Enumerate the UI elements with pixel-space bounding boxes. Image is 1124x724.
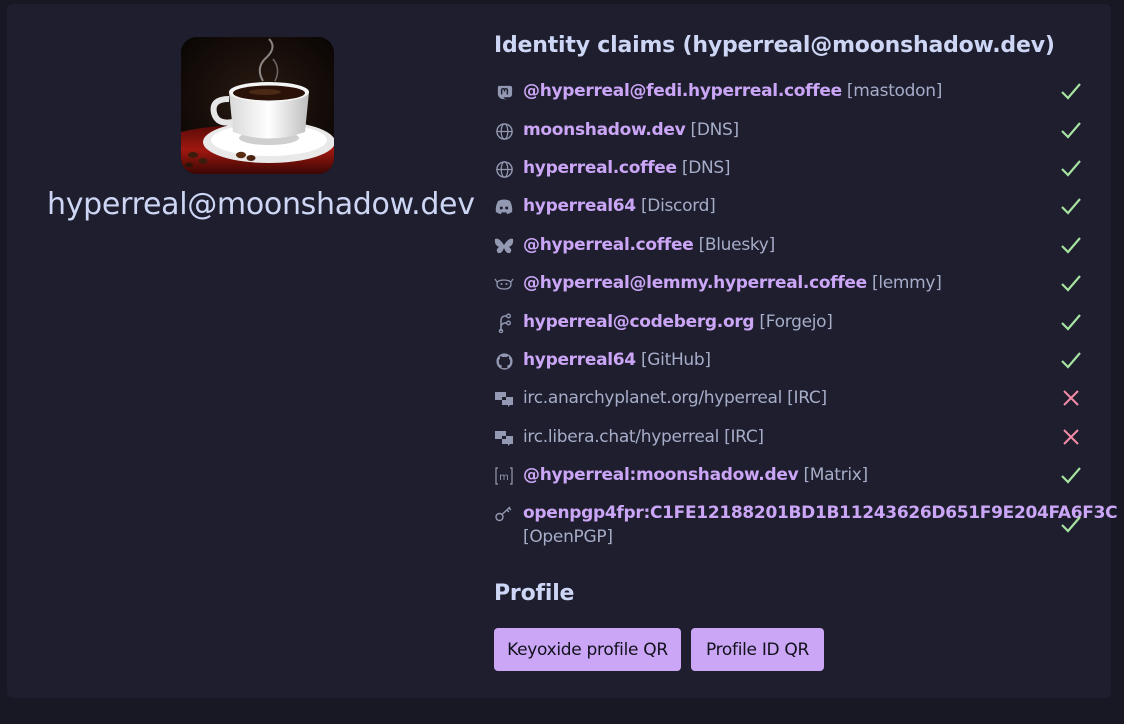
claim-type: [IRC] <box>724 427 764 447</box>
cross-icon <box>1059 425 1083 449</box>
forgejo-icon <box>494 313 514 333</box>
profile-name: hyperreal@moonshadow.dev <box>47 187 475 222</box>
globe-icon <box>494 121 514 141</box>
claim-dns: moonshadow.dev [DNS] <box>494 118 1094 148</box>
claim-link[interactable]: hyperreal64 <box>523 350 636 370</box>
claim-type: [DNS] <box>690 120 739 140</box>
claim-link: irc.anarchyplanet.org/hyperreal <box>523 388 783 408</box>
chat-icon <box>494 428 514 448</box>
claim-irc: irc.anarchyplanet.org/hyperreal [IRC] <box>494 386 1094 416</box>
profile-heading: Profile <box>494 581 575 606</box>
claim-mastodon: @hyperreal@fedi.hyperreal.coffee [mastod… <box>494 79 1094 109</box>
claim-type: [mastodon] <box>846 81 943 101</box>
claim-type: [lemmy] <box>872 273 942 293</box>
discord-icon <box>494 197 514 217</box>
claim-discord: hyperreal64 [Discord] <box>494 194 1094 224</box>
claim-link[interactable]: @hyperreal.coffee <box>523 235 694 255</box>
github-icon <box>494 351 514 371</box>
claim-link[interactable]: hyperreal@codeberg.org <box>523 312 755 332</box>
claim-github: hyperreal64 [GitHub] <box>494 348 1094 378</box>
globe-icon <box>494 159 514 179</box>
svg-text:m: m <box>499 472 509 483</box>
butterfly-icon <box>494 236 514 256</box>
claim-link[interactable]: @hyperreal@lemmy.hyperreal.coffee <box>523 273 867 293</box>
claim-link[interactable]: openpgp4fpr:C1FE12188201BD1B11243626D651… <box>523 503 1118 523</box>
lemmy-icon <box>494 274 514 294</box>
claim-matrix: m @hyperreal:moonshadow.dev [Matrix] <box>494 463 1094 493</box>
check-icon <box>1059 512 1083 536</box>
claim-forgejo: hyperreal@codeberg.org [Forgejo] <box>494 310 1094 340</box>
claim-link[interactable]: moonshadow.dev <box>523 120 686 140</box>
claim-openpgp: openpgp4fpr:C1FE12188201BD1B11243626D651… <box>494 501 1118 551</box>
claim-type: [DNS] <box>681 158 731 178</box>
matrix-icon: m <box>494 466 514 486</box>
profile-id-qr-button[interactable]: Profile ID QR <box>691 628 824 671</box>
claim-link: irc.libera.chat/hyperreal <box>523 427 720 447</box>
check-icon <box>1059 156 1083 180</box>
claim-type: [Forgejo] <box>759 312 833 332</box>
claim-type: [Bluesky] <box>698 235 776 255</box>
keyoxide-profile-qr-button[interactable]: Keyoxide profile QR <box>494 628 681 671</box>
claim-lemmy: @hyperreal@lemmy.hyperreal.coffee [lemmy… <box>494 271 1094 301</box>
check-icon <box>1059 463 1083 487</box>
check-icon <box>1059 194 1083 218</box>
chat-icon <box>494 389 514 409</box>
avatar <box>181 37 334 174</box>
claim-type: [OpenPGP] <box>523 527 613 547</box>
claim-irc: irc.libera.chat/hyperreal [IRC] <box>494 425 1094 455</box>
claim-type: [IRC] <box>787 388 827 408</box>
claim-link[interactable]: @hyperreal:moonshadow.dev <box>523 465 799 485</box>
claim-bluesky: @hyperreal.coffee [Bluesky] <box>494 233 1094 263</box>
check-icon <box>1059 271 1083 295</box>
claim-type: [GitHub] <box>640 350 711 370</box>
check-icon <box>1059 310 1083 334</box>
claims-heading: Identity claims (hyperreal@moonshadow.de… <box>494 33 1055 58</box>
claim-link[interactable]: hyperreal.coffee <box>523 158 677 178</box>
claim-dns: hyperreal.coffee [DNS] <box>494 156 1094 186</box>
claim-link[interactable]: @hyperreal@fedi.hyperreal.coffee <box>523 81 842 101</box>
claim-link[interactable]: hyperreal64 <box>523 196 636 216</box>
check-icon <box>1059 233 1083 257</box>
claim-type: [Discord] <box>640 196 716 216</box>
check-icon <box>1059 348 1083 372</box>
check-icon <box>1059 118 1083 142</box>
claim-type: [Matrix] <box>803 465 868 485</box>
check-icon <box>1059 79 1083 103</box>
key-icon <box>494 504 514 524</box>
mastodon-icon <box>494 82 514 102</box>
cross-icon <box>1059 386 1083 410</box>
